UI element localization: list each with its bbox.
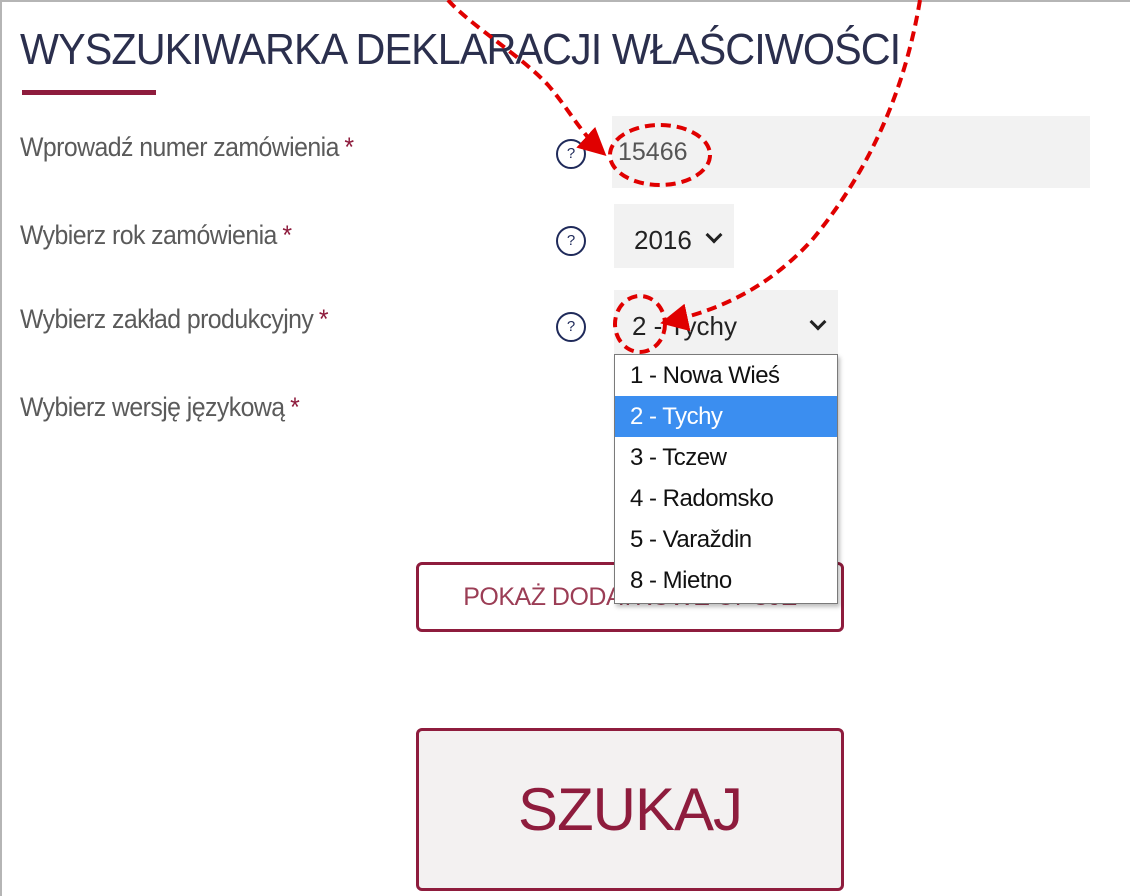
question-circle-icon[interactable]: ?	[556, 139, 586, 169]
order-number-label: Wprowadź numer zamówienia *	[20, 130, 354, 164]
dropdown-option[interactable]: 3 - Tczew	[615, 437, 837, 478]
question-circle-icon[interactable]: ?	[556, 226, 586, 256]
plant-dropdown-list[interactable]: 1 - Nowa Wieś 2 - Tychy 3 - Tczew 4 - Ra…	[614, 354, 838, 604]
order-year-select[interactable]: 2016	[614, 204, 734, 268]
screenshot-border-top	[0, 0, 1130, 2]
dropdown-option[interactable]: 4 - Radomsko	[615, 478, 837, 519]
dropdown-option-selected[interactable]: 2 - Tychy	[615, 396, 837, 437]
language-label: Wybierz wersję językową *	[20, 390, 300, 424]
required-star: *	[282, 220, 292, 250]
dropdown-option[interactable]: 5 - Varaždin	[615, 519, 837, 560]
required-star: *	[290, 392, 300, 422]
plant-select[interactable]: 2 - Tychy	[614, 290, 838, 356]
plant-label-text: Wybierz zakład produkcyjny	[20, 304, 314, 334]
required-star: *	[344, 132, 354, 162]
dropdown-option[interactable]: 8 - Mietno	[615, 560, 837, 601]
order-year-label: Wybierz rok zamówienia *	[20, 218, 292, 252]
order-number-input[interactable]	[612, 116, 1090, 188]
chevron-down-icon	[809, 313, 827, 331]
screenshot-border-left	[0, 0, 2, 896]
required-star: *	[318, 304, 329, 334]
title-underline	[22, 90, 156, 95]
dropdown-option[interactable]: 1 - Nowa Wieś	[615, 355, 837, 396]
order-year-label-text: Wybierz rok zamówienia	[20, 220, 277, 250]
order-year-select-value: 2016	[634, 225, 692, 255]
search-button[interactable]: SZUKAJ	[416, 728, 844, 891]
chevron-down-icon	[705, 226, 723, 244]
language-label-text: Wybierz wersję językową	[20, 392, 285, 422]
page-title: WYSZUKIWARKA DEKLARACJI WŁAŚCIWOŚCI	[20, 25, 901, 74]
plant-label: Wybierz zakład produkcyjny *	[20, 302, 328, 336]
order-number-label-text: Wprowadź numer zamówienia	[20, 132, 339, 162]
question-circle-icon[interactable]: ?	[556, 312, 586, 342]
plant-select-value: 2 - Tychy	[632, 311, 738, 341]
